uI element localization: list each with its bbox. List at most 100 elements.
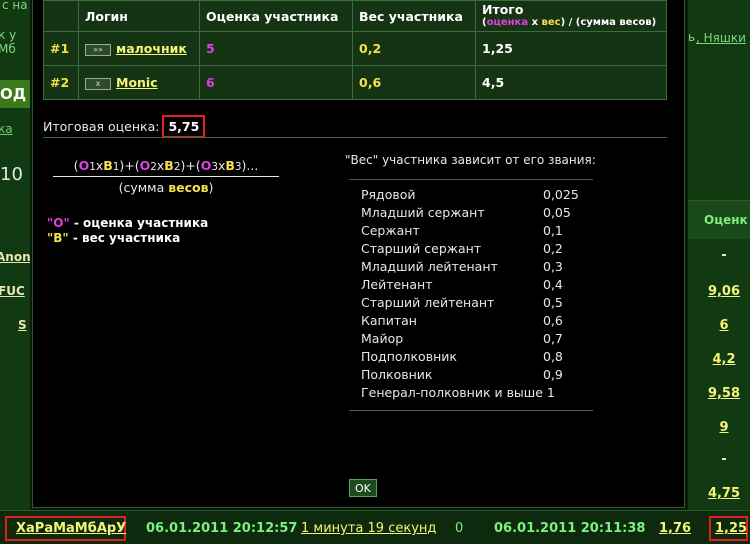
row-score: 5 <box>199 31 353 66</box>
rank-weight: 0,5 <box>543 295 563 310</box>
bg-fragment: к у <box>0 28 17 42</box>
divider <box>43 137 667 138</box>
col-header-total-label: Итого <box>482 2 524 17</box>
bg-button-label: ОД <box>0 85 27 103</box>
score-formula: (О1хВ1)+(О2хВ2)+(О3хВ3)... (сумма весов) <box>53 158 279 195</box>
rank-row: Полковник 0,9 <box>349 366 593 384</box>
rank-row: Капитан 0,6 <box>349 312 593 330</box>
rank-row: Младший лейтенант 0,3 <box>349 258 593 276</box>
bg-score-cell[interactable]: 4,75 <box>698 486 750 501</box>
rank-weight: 0,8 <box>543 349 563 364</box>
ok-button[interactable]: OK <box>349 479 377 497</box>
row-total: 1,25 <box>475 31 667 66</box>
formula-numerator: (О1хВ1)+(О2хВ2)+(О3хВ3)... <box>53 158 279 177</box>
rank-weight: 0,4 <box>543 277 563 292</box>
rank-weight: 0,3 <box>543 259 563 274</box>
rank-insignia-icon: x <box>85 77 111 90</box>
col-header-login: Логин <box>78 0 200 32</box>
bg-score-header-label: Оценк <box>704 213 748 227</box>
row-login-cell: »» малочник <box>78 31 200 66</box>
rank-name: Капитан <box>361 313 417 328</box>
rank-weight: 0,05 <box>543 205 571 220</box>
background-right-strip: ь , Няшки Оценк - 9,06 6 4,2 9,58 9 - 4,… <box>688 0 750 543</box>
rank-row: Старший сержант 0,2 <box>349 240 593 258</box>
bg-fragment: ь <box>688 30 696 44</box>
col-header-weight: Вес участника <box>352 0 476 32</box>
rank-row: Младший сержант 0,05 <box>349 204 593 222</box>
bg-fragment: 10 <box>0 164 23 185</box>
participant-login-link[interactable]: малочник <box>116 41 187 56</box>
final-score-line: Итоговая оценка: 5,75 <box>43 115 206 138</box>
bottom-score-link[interactable]: 1,76 <box>659 521 691 536</box>
bg-score-cell[interactable]: 9,58 <box>698 386 750 401</box>
bg-button[interactable]: ОД <box>0 80 30 108</box>
bg-user-link[interactable]: S <box>18 318 27 332</box>
rank-name: Генерал-полковник и выше 1 <box>361 385 555 400</box>
table-row: #2 x Monic 6 0,6 4,5 <box>43 65 667 100</box>
rank-weight: 0,7 <box>543 331 563 346</box>
bg-score-cell[interactable]: 9,06 <box>698 284 750 299</box>
bg-score-cell[interactable]: 6 <box>698 318 750 333</box>
final-score-label: Итоговая оценка: <box>43 119 160 134</box>
rank-name: Старший лейтенант <box>361 295 495 310</box>
row-score: 6 <box>199 65 353 100</box>
formula-denominator: (сумма весов) <box>118 180 214 195</box>
participant-login-link[interactable]: Monic <box>116 75 158 90</box>
rank-weights-title: "Вес" участника зависит от его звания: <box>345 153 596 167</box>
table-header-row: Логин Оценка участника Вес участника Ито… <box>43 0 667 32</box>
score-details-modal: Логин Оценка участника Вес участника Ито… <box>32 0 685 508</box>
legend-score: "О" - оценка участника <box>47 216 209 230</box>
col-header-total-formula: (оценка х вес) / (сумма весов) <box>482 17 657 28</box>
row-login-cell: x Monic <box>78 65 200 100</box>
rank-name: Младший сержант <box>361 205 485 220</box>
legend-weight: "В" - вес участника <box>47 231 181 245</box>
bg-fragment: Мб <box>0 42 16 56</box>
bg-score-cell: - <box>721 248 727 263</box>
bottom-datetime-start: 06.01.2011 20:12:57 <box>146 521 298 536</box>
bottom-final-score-link[interactable]: 1,25 <box>715 521 747 536</box>
rank-insignia-icon: »» <box>85 43 111 56</box>
bg-user-link[interactable]: FUC <box>0 284 25 298</box>
bg-link[interactable]: ка <box>0 122 13 136</box>
bg-score-cell[interactable]: 4,2 <box>698 352 750 367</box>
bg-score-cell[interactable]: 9 <box>698 420 750 435</box>
rank-name: Лейтенант <box>361 277 433 292</box>
col-header-score: Оценка участника <box>199 0 353 32</box>
bottom-duration-link[interactable]: 1 минута 19 секунд <box>301 521 436 536</box>
rank-name: Полковник <box>361 367 433 382</box>
rank-weight: 0,2 <box>543 241 563 256</box>
participant-score-table: Логин Оценка участника Вес участника Ито… <box>43 0 667 100</box>
background-left-strip: с на к у Мб ОД ка 10 Anon FUC S <box>0 0 30 543</box>
rank-name: Сержант <box>361 223 420 238</box>
rank-weights-list: Рядовой 0,025 Младший сержант 0,05 Сержант 0,… <box>349 179 593 411</box>
row-weight: 0,6 <box>352 65 476 100</box>
bottom-user-link[interactable]: ХаРаМаМбАрУ <box>16 521 126 536</box>
bottom-datetime-end: 06.01.2011 20:11:38 <box>494 521 646 536</box>
rank-row: Майор 0,7 <box>349 330 593 348</box>
rank-name: Майор <box>361 331 404 346</box>
bg-fragment: с на <box>2 0 28 12</box>
bg-user-link[interactable]: Anon <box>0 250 30 264</box>
final-score-value: 5,75 <box>162 115 206 138</box>
bg-link-nyashki[interactable]: , Няшки <box>696 31 746 45</box>
rank-weight: 0,9 <box>543 367 563 382</box>
bg-score-cell: - <box>721 452 727 467</box>
rank-name: Старший сержант <box>361 241 482 256</box>
table-row: #1 »» малочник 5 0,2 1,25 <box>43 31 667 66</box>
rank-name: Рядовой <box>361 187 416 202</box>
rank-weight: 0,6 <box>543 313 563 328</box>
row-number: #2 <box>43 65 79 100</box>
formula-legend: "О" - оценка участника "В" - вес участни… <box>47 216 208 246</box>
rank-row: Лейтенант 0,4 <box>349 276 593 294</box>
row-total: 4,5 <box>475 65 667 100</box>
background-bottom-row: ХаРаМаМбАрУ 06.01.2011 20:12:57 1 минута… <box>0 510 750 544</box>
row-weight: 0,2 <box>352 31 476 66</box>
rank-row: Генерал-полковник и выше 1 <box>349 384 593 402</box>
rank-name: Подполковник <box>361 349 457 364</box>
col-header-number <box>43 0 79 32</box>
rank-weight: 0,025 <box>543 187 579 202</box>
rank-name: Младший лейтенант <box>361 259 498 274</box>
row-number: #1 <box>43 31 79 66</box>
rank-row: Рядовой 0,025 <box>349 186 593 204</box>
rank-row: Подполковник 0,8 <box>349 348 593 366</box>
